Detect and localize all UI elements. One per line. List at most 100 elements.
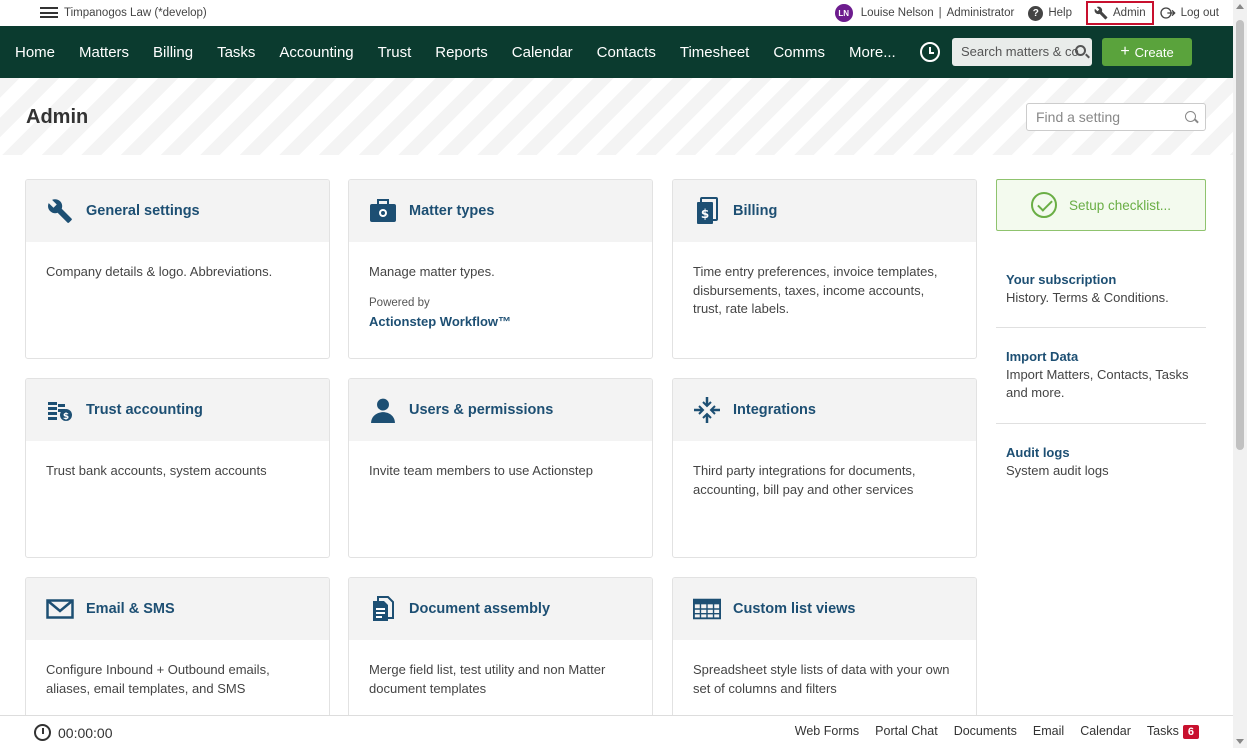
- admin-label: Admin: [1113, 7, 1146, 19]
- bottom-bar: 00:00:00 Web Forms Portal Chat Documents…: [0, 715, 1233, 748]
- nav-item-timesheet[interactable]: Timesheet: [668, 44, 761, 61]
- nav-item-contacts[interactable]: Contacts: [585, 44, 668, 61]
- nav-item-matters[interactable]: Matters: [67, 44, 141, 61]
- scrollbar-thumb[interactable]: [1236, 20, 1244, 450]
- card-title[interactable]: Custom list views: [733, 601, 855, 617]
- card-description: Manage matter types.: [369, 264, 495, 279]
- sidebar-item-audit-logs[interactable]: Audit logs System audit logs: [1006, 444, 1206, 480]
- hamburger-icon[interactable]: [40, 6, 58, 19]
- sidebar-item-import-data[interactable]: Import Data Import Matters, Contacts, Ta…: [1006, 348, 1206, 402]
- user-name[interactable]: Louise Nelson: [861, 7, 934, 19]
- page-title: Admin: [26, 106, 89, 128]
- nav-item-more[interactable]: More...: [837, 44, 908, 61]
- workflow-link[interactable]: Actionstep Workflow™: [369, 313, 632, 332]
- create-label: Create: [1134, 44, 1174, 60]
- sidebar-link-title[interactable]: Audit logs: [1006, 444, 1206, 462]
- sidebar-link-title[interactable]: Your subscription: [1006, 271, 1206, 289]
- timer-icon: [34, 724, 51, 741]
- search-icon: [1185, 111, 1196, 122]
- bottom-link-portal-chat[interactable]: Portal Chat: [875, 724, 938, 738]
- page-scrollbar[interactable]: [1233, 0, 1247, 748]
- org-name[interactable]: Timpanogos Law (*develop): [64, 7, 207, 19]
- nav-item-comms[interactable]: Comms: [761, 44, 837, 61]
- logout-label: Log out: [1180, 7, 1219, 19]
- card-description: Trust bank accounts, system accounts: [46, 463, 267, 478]
- card-title[interactable]: Billing: [733, 203, 777, 219]
- nav-item-tasks[interactable]: Tasks: [205, 44, 267, 61]
- card-description: Merge field list, test utility and non M…: [369, 662, 606, 696]
- setup-checklist-label: Setup checklist...: [1069, 197, 1172, 213]
- setup-checklist-button[interactable]: Setup checklist...: [996, 179, 1206, 231]
- toolbox-icon: [369, 197, 397, 225]
- nav-item-billing[interactable]: Billing: [141, 44, 205, 61]
- org-switcher[interactable]: Timpanogos Law (*develop): [40, 6, 207, 19]
- card-trust-accounting[interactable]: $ Trust accounting Trust bank accounts, …: [25, 378, 330, 558]
- svg-text:$: $: [701, 207, 709, 221]
- user-info[interactable]: Louise Nelson | Administrator: [861, 7, 1015, 19]
- card-title[interactable]: Document assembly: [409, 601, 550, 617]
- card-title[interactable]: General settings: [86, 203, 200, 219]
- nav-item-reports[interactable]: Reports: [423, 44, 500, 61]
- card-description: Third party integrations for documents, …: [693, 463, 916, 497]
- nav-item-home[interactable]: Home: [0, 44, 67, 61]
- logout-link[interactable]: Log out: [1159, 6, 1219, 20]
- card-general-settings[interactable]: General settings Company details & logo.…: [25, 179, 330, 359]
- find-placeholder: Find a setting: [1036, 109, 1121, 125]
- bottom-link-email[interactable]: Email: [1033, 724, 1064, 738]
- nav-item-trust[interactable]: Trust: [366, 44, 424, 61]
- invoice-icon: $: [693, 197, 721, 225]
- sidebar-item-subscription[interactable]: Your subscription History. Terms & Condi…: [1006, 271, 1206, 307]
- find-setting-input[interactable]: Find a setting: [1026, 103, 1206, 131]
- matter-search-input[interactable]: Search matters & co: [952, 38, 1092, 66]
- bottom-link-documents[interactable]: Documents: [954, 724, 1017, 738]
- admin-link[interactable]: Admin: [1086, 1, 1154, 25]
- card-description: Time entry preferences, invoice template…: [693, 264, 938, 316]
- integrations-icon: [693, 396, 721, 424]
- svg-text:$: $: [63, 412, 69, 422]
- create-button[interactable]: + Create: [1102, 38, 1192, 66]
- card-title[interactable]: Trust accounting: [86, 402, 203, 418]
- help-link[interactable]: ? Help: [1028, 5, 1073, 21]
- logout-icon: [1159, 7, 1176, 19]
- main-nav: Home Matters Billing Tasks Accounting Tr…: [0, 26, 1233, 78]
- help-label: Help: [1048, 7, 1073, 19]
- divider: [996, 327, 1206, 328]
- bottom-link-web-forms[interactable]: Web Forms: [795, 724, 859, 738]
- card-description: Company details & logo. Abbreviations.: [46, 264, 273, 279]
- card-description: Configure Inbound + Outbound emails, ali…: [46, 662, 270, 696]
- nav-item-calendar[interactable]: Calendar: [500, 44, 585, 61]
- page-header: Admin Find a setting: [0, 78, 1233, 155]
- table-icon: [693, 595, 721, 623]
- bottom-link-calendar[interactable]: Calendar: [1080, 724, 1131, 738]
- user-role[interactable]: Administrator: [947, 7, 1015, 19]
- search-icon: [1075, 45, 1086, 56]
- card-description: Invite team members to use Actionstep: [369, 463, 593, 478]
- card-matter-types[interactable]: Matter types Manage matter types. Powere…: [348, 179, 653, 359]
- history-clock-icon[interactable]: [920, 42, 940, 62]
- divider: [996, 423, 1206, 424]
- card-title[interactable]: Matter types: [409, 203, 494, 219]
- scroll-up-arrow-icon[interactable]: [1236, 4, 1244, 9]
- scroll-down-arrow-icon[interactable]: [1236, 739, 1244, 744]
- top-utility-bar: Timpanogos Law (*develop) LN Louise Nels…: [0, 0, 1233, 26]
- coins-icon: $: [46, 396, 74, 424]
- wrench-icon: [1094, 6, 1108, 20]
- card-title[interactable]: Users & permissions: [409, 402, 553, 418]
- nav-item-accounting[interactable]: Accounting: [267, 44, 365, 61]
- sidebar-link-title[interactable]: Import Data: [1006, 348, 1206, 366]
- sidebar-link-description: Import Matters, Contacts, Tasks and more…: [1006, 367, 1189, 400]
- help-icon: ?: [1028, 5, 1044, 21]
- plus-icon: +: [1120, 43, 1130, 60]
- user-icon: [369, 396, 397, 424]
- card-integrations[interactable]: Integrations Third party integrations fo…: [672, 378, 977, 558]
- card-users-permissions[interactable]: Users & permissions Invite team members …: [348, 378, 653, 558]
- card-title[interactable]: Email & SMS: [86, 601, 175, 617]
- card-title[interactable]: Integrations: [733, 402, 816, 418]
- bottom-link-tasks[interactable]: Tasks 6: [1146, 724, 1199, 739]
- wrench-icon: [46, 197, 74, 225]
- avatar[interactable]: LN: [834, 4, 853, 22]
- bottom-link-tasks-label: Tasks: [1146, 724, 1179, 738]
- card-billing[interactable]: $ Billing Time entry preferences, invoic…: [672, 179, 977, 359]
- timer-button[interactable]: 00:00:00: [34, 724, 113, 741]
- sidebar-link-description: History. Terms & Conditions.: [1006, 290, 1169, 305]
